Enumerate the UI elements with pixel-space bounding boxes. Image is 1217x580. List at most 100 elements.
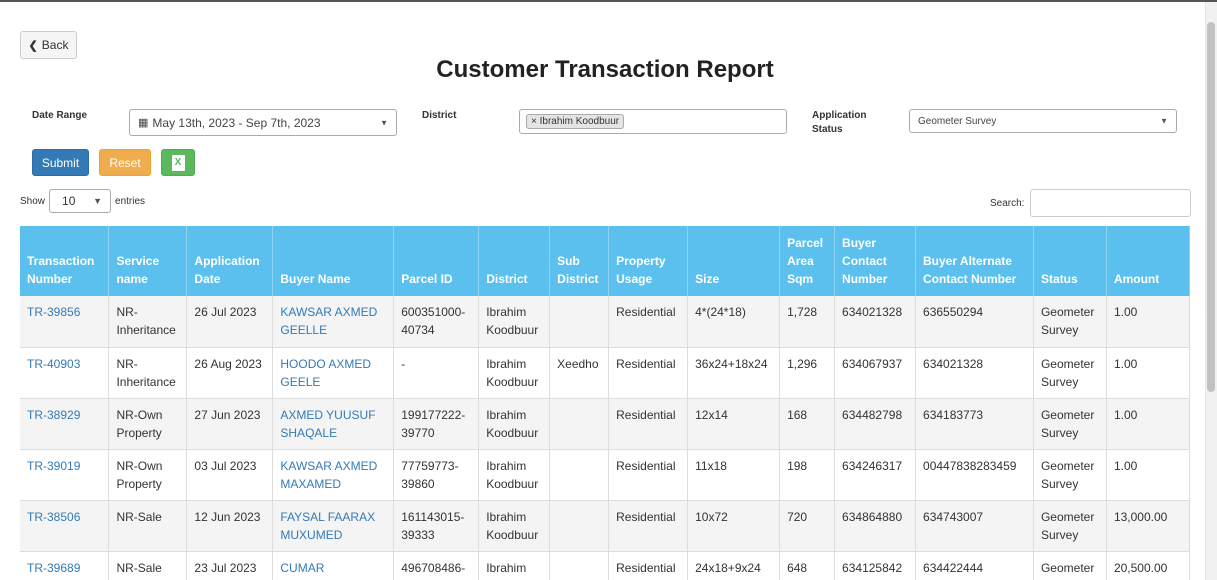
entries-value: 10 bbox=[62, 194, 76, 208]
chevron-down-icon: ▼ bbox=[93, 196, 103, 206]
application-status-value: Geometer Survey bbox=[918, 115, 997, 127]
page-title: Customer Transaction Report bbox=[436, 56, 774, 83]
district-select[interactable]: × Ibrahim Koodbuur bbox=[519, 109, 787, 134]
table-cell: Residential bbox=[608, 398, 689, 450]
table-cell: Geometer Survey bbox=[1033, 347, 1107, 399]
table-cell: 634864880 bbox=[834, 500, 917, 552]
buyer-name-link[interactable]: AXMED YUUSUF SHAQALE bbox=[272, 398, 395, 450]
back-button-label: Back bbox=[41, 38, 69, 52]
reset-button[interactable]: Reset bbox=[99, 149, 151, 176]
entries-label: entries bbox=[115, 195, 146, 207]
column-header[interactable]: Transaction Number bbox=[20, 226, 110, 296]
column-header[interactable]: Buyer Contact Number bbox=[834, 226, 917, 296]
table-cell: 00447838283459 bbox=[915, 449, 1034, 501]
table-cell: 4*(24*18) bbox=[687, 296, 781, 348]
district-tag[interactable]: × Ibrahim Koodbuur bbox=[526, 114, 625, 129]
table-row: TR-39019 NR-Own Property 03 Jul 2023 KAWSAR… bbox=[20, 449, 1191, 501]
table-cell: Geometer Survey bbox=[1033, 500, 1107, 552]
column-header[interactable]: Parcel ID bbox=[393, 226, 480, 296]
table-cell: Geometer Survey bbox=[1033, 398, 1107, 450]
entries-length: Show 10 ▼ entries bbox=[20, 189, 145, 213]
table-cell bbox=[549, 500, 610, 552]
table-cell: 1.00 bbox=[1106, 296, 1191, 348]
table-cell: NR-Inheritance bbox=[108, 296, 188, 348]
table-cell: Geometer Survey bbox=[1033, 449, 1107, 501]
column-header[interactable]: District bbox=[478, 226, 551, 296]
table-cell: Ibrahim Koodbuur bbox=[478, 347, 551, 399]
table-cell bbox=[549, 296, 610, 348]
submit-button[interactable]: Submit bbox=[32, 149, 89, 176]
column-header[interactable]: Property Usage bbox=[608, 226, 689, 296]
table-cell: Geometer Survey bbox=[1033, 296, 1107, 348]
entries-select[interactable]: 10 ▼ bbox=[49, 189, 112, 213]
buyer-name-link[interactable]: FAYSAL FAARAX MUXUMED bbox=[272, 500, 395, 552]
table-cell: 636550294 bbox=[915, 296, 1034, 348]
table-cell: Xeedho bbox=[549, 347, 610, 399]
table-cell bbox=[549, 449, 610, 501]
transaction-link[interactable]: TR-40903 bbox=[20, 347, 110, 399]
table-cell: 12 Jun 2023 bbox=[186, 500, 274, 552]
table-cell: 03 Jul 2023 bbox=[186, 449, 274, 501]
table-cell: 36x24+18x24 bbox=[687, 347, 781, 399]
buyer-name-link[interactable]: KAWSAR AXMED GEELLE bbox=[272, 296, 395, 348]
table-row: TR-38929 NR-Own Property 27 Jun 2023 AXMED … bbox=[20, 398, 1191, 450]
column-header[interactable]: Status bbox=[1033, 226, 1107, 296]
chevron-left-icon: ❮ bbox=[28, 39, 38, 52]
table-header-row: Transaction Number Service name Applicatio… bbox=[20, 226, 1191, 296]
table-cell: 634482798 bbox=[834, 398, 917, 450]
column-header[interactable]: Buyer Alternate Contact Number bbox=[915, 226, 1034, 296]
transaction-link[interactable]: TR-38929 bbox=[20, 398, 110, 450]
table-cell: 634125842 bbox=[834, 551, 917, 580]
buyer-name-link[interactable]: KAWSAR AXMED MAXAMED bbox=[272, 449, 395, 501]
page-scrollbar[interactable] bbox=[1205, 2, 1217, 580]
export-excel-button[interactable]: X bbox=[161, 149, 195, 176]
date-range-value: May 13th, 2023 - Sep 7th, 2023 bbox=[152, 115, 321, 130]
table-cell: Residential bbox=[608, 449, 689, 501]
table-cell: 199177222-39770 bbox=[393, 398, 480, 450]
transaction-link[interactable]: TR-39856 bbox=[20, 296, 110, 348]
transaction-link[interactable]: TR-39019 bbox=[20, 449, 110, 501]
back-button[interactable]: ❮ Back bbox=[20, 31, 77, 59]
show-label: Show bbox=[20, 195, 46, 207]
column-header[interactable]: Size bbox=[687, 226, 781, 296]
table-row: TR-40903 NR-Inheritance 26 Aug 2023 HOODO A… bbox=[20, 347, 1191, 399]
column-header[interactable]: Service name bbox=[108, 226, 188, 296]
date-range-picker[interactable]: ▦ May 13th, 2023 - Sep 7th, 2023 ▼ bbox=[129, 109, 397, 136]
table-cell: 634743007 bbox=[915, 500, 1034, 552]
table-cell: 12x14 bbox=[687, 398, 781, 450]
column-header[interactable]: Buyer Name bbox=[272, 226, 395, 296]
column-header[interactable]: Amount bbox=[1106, 226, 1191, 296]
table-cell: Geometer Survey bbox=[1033, 551, 1107, 580]
table-cell: Ibrahim Koodbuur bbox=[478, 398, 551, 450]
table-cell: 1.00 bbox=[1106, 449, 1191, 501]
transaction-link[interactable]: TR-39689 bbox=[20, 551, 110, 580]
table-cell: 634422444 bbox=[915, 551, 1034, 580]
table-cell: 600351000-40734 bbox=[393, 296, 480, 348]
table-cell: NR-Sale bbox=[108, 500, 188, 552]
remove-tag-icon[interactable]: × bbox=[531, 116, 537, 127]
transactions-table: Transaction Number Service name Applicatio… bbox=[20, 226, 1191, 580]
table-cell: 634021328 bbox=[834, 296, 917, 348]
application-status-select[interactable]: Geometer Survey ▼ bbox=[909, 109, 1177, 133]
table-cell: 1,296 bbox=[779, 347, 836, 399]
column-header[interactable]: Parcel Area Sqm bbox=[779, 226, 836, 296]
search-label: Search: bbox=[990, 197, 1025, 209]
table-cell: NR-Own Property bbox=[108, 398, 188, 450]
table-cell: Ibrahim Koodbuur bbox=[478, 551, 551, 580]
table-cell: 161143015-39333 bbox=[393, 500, 480, 552]
search-input[interactable] bbox=[1030, 189, 1192, 217]
table-cell bbox=[549, 551, 610, 580]
buyer-name-link[interactable]: HOODO AXMED GEELE bbox=[272, 347, 395, 399]
excel-icon: X bbox=[171, 154, 185, 171]
table-search: Search: bbox=[990, 189, 1192, 217]
table-cell: Residential bbox=[608, 500, 689, 552]
column-header[interactable]: Application Date bbox=[186, 226, 274, 296]
table-cell: 26 Jul 2023 bbox=[186, 296, 274, 348]
table-cell: 198 bbox=[779, 449, 836, 501]
status-label-line1: Application bbox=[812, 110, 867, 121]
column-header[interactable]: Sub District bbox=[549, 226, 610, 296]
transaction-link[interactable]: TR-38506 bbox=[20, 500, 110, 552]
buyer-name-link[interactable]: CUMAR MAXAMUUD bbox=[272, 551, 395, 580]
table-cell: - bbox=[393, 347, 480, 399]
table-cell: 10x72 bbox=[687, 500, 781, 552]
